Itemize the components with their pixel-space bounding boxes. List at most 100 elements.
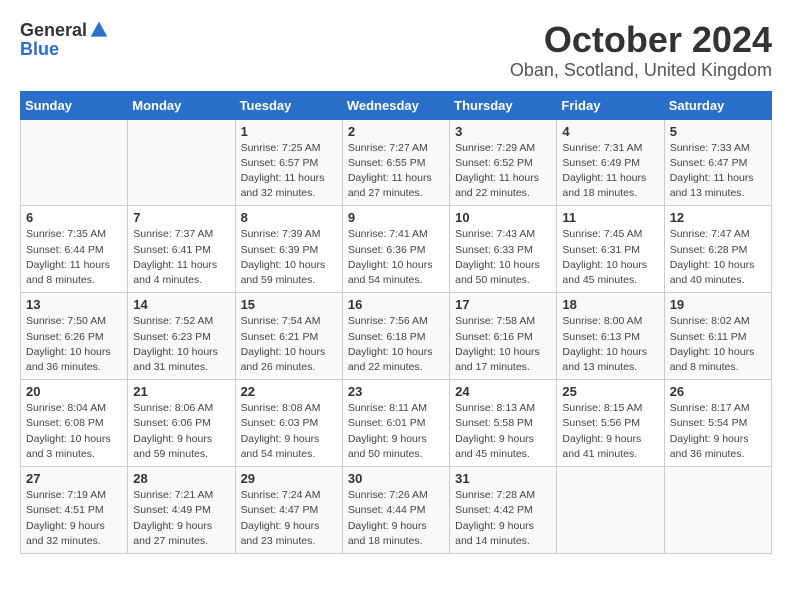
calendar-cell: 17Sunrise: 7:58 AM Sunset: 6:16 PM Dayli… — [450, 293, 557, 380]
day-info: Sunrise: 7:41 AM Sunset: 6:36 PM Dayligh… — [348, 227, 444, 288]
day-info: Sunrise: 7:45 AM Sunset: 6:31 PM Dayligh… — [562, 227, 658, 288]
calendar-cell: 9 Sunrise: 7:41 AM Sunset: 6:36 PM Daylig… — [342, 206, 449, 293]
calendar-cell — [557, 467, 664, 554]
day-info: Sunrise: 7:37 AM Sunset: 6:41 PM Dayligh… — [133, 227, 229, 288]
weekday-header-monday: Monday — [128, 91, 235, 119]
day-info: Sunrise: 8:02 AM Sunset: 6:11 PM Dayligh… — [670, 314, 766, 375]
day-info: Sunrise: 7:35 AM Sunset: 6:44 PM Dayligh… — [26, 227, 122, 288]
calendar-cell: 23Sunrise: 8:11 AM Sunset: 6:01 PM Dayli… — [342, 380, 449, 467]
day-number: 20 — [26, 384, 122, 399]
location-title: Oban, Scotland, United Kingdom — [510, 60, 772, 81]
day-info: Sunrise: 7:39 AM Sunset: 6:39 PM Dayligh… — [241, 227, 337, 288]
calendar-table: SundayMondayTuesdayWednesdayThursdayFrid… — [20, 91, 772, 554]
calendar-cell: 25 Sunrise: 8:15 AM Sunset: 5:56 PM Dayli… — [557, 380, 664, 467]
logo-blue-text: Blue — [20, 39, 59, 59]
day-info: Sunrise: 7:52 AM Sunset: 6:23 PM Dayligh… — [133, 314, 229, 375]
calendar-week-4: 27 Sunrise: 7:19 AM Sunset: 4:51 PM Dayli… — [21, 467, 772, 554]
day-number: 24 — [455, 384, 551, 399]
calendar-week-0: 1 Sunrise: 7:25 AM Sunset: 6:57 PM Daylig… — [21, 119, 772, 206]
day-number: 22 — [241, 384, 337, 399]
calendar-cell: 15Sunrise: 7:54 AM Sunset: 6:21 PM Dayli… — [235, 293, 342, 380]
calendar-cell: 14 Sunrise: 7:52 AM Sunset: 6:23 PM Dayli… — [128, 293, 235, 380]
calendar-cell: 7 Sunrise: 7:37 AM Sunset: 6:41 PM Daylig… — [128, 206, 235, 293]
day-number: 19 — [670, 297, 766, 312]
day-number: 10 — [455, 210, 551, 225]
logo-icon — [89, 20, 109, 40]
weekday-header-sunday: Sunday — [21, 91, 128, 119]
day-info: Sunrise: 7:26 AM Sunset: 4:44 PM Dayligh… — [348, 488, 444, 549]
day-info: Sunrise: 8:08 AM Sunset: 6:03 PM Dayligh… — [241, 401, 337, 462]
weekday-header-tuesday: Tuesday — [235, 91, 342, 119]
weekday-header-wednesday: Wednesday — [342, 91, 449, 119]
day-info: Sunrise: 8:06 AM Sunset: 6:06 PM Dayligh… — [133, 401, 229, 462]
calendar-cell: 16 Sunrise: 7:56 AM Sunset: 6:18 PM Dayli… — [342, 293, 449, 380]
day-info: Sunrise: 7:24 AM Sunset: 4:47 PM Dayligh… — [241, 488, 337, 549]
day-info: Sunrise: 7:19 AM Sunset: 4:51 PM Dayligh… — [26, 488, 122, 549]
weekday-header-thursday: Thursday — [450, 91, 557, 119]
logo: General Blue — [20, 20, 109, 60]
day-number: 7 — [133, 210, 229, 225]
day-number: 26 — [670, 384, 766, 399]
day-info: Sunrise: 7:43 AM Sunset: 6:33 PM Dayligh… — [455, 227, 551, 288]
day-info: Sunrise: 7:33 AM Sunset: 6:47 PM Dayligh… — [670, 141, 766, 202]
calendar-cell: 4Sunrise: 7:31 AM Sunset: 6:49 PM Daylig… — [557, 119, 664, 206]
day-number: 5 — [670, 124, 766, 139]
calendar-cell: 12 Sunrise: 7:47 AM Sunset: 6:28 PM Dayli… — [664, 206, 771, 293]
day-info: Sunrise: 7:21 AM Sunset: 4:49 PM Dayligh… — [133, 488, 229, 549]
day-number: 13 — [26, 297, 122, 312]
day-number: 11 — [562, 210, 658, 225]
day-number: 21 — [133, 384, 229, 399]
calendar-cell: 18 Sunrise: 8:00 AM Sunset: 6:13 PM Dayli… — [557, 293, 664, 380]
weekday-header-saturday: Saturday — [664, 91, 771, 119]
calendar-cell: 29Sunrise: 7:24 AM Sunset: 4:47 PM Dayli… — [235, 467, 342, 554]
weekday-header-friday: Friday — [557, 91, 664, 119]
day-info: Sunrise: 8:04 AM Sunset: 6:08 PM Dayligh… — [26, 401, 122, 462]
day-number: 27 — [26, 471, 122, 486]
day-info: Sunrise: 7:47 AM Sunset: 6:28 PM Dayligh… — [670, 227, 766, 288]
day-number: 12 — [670, 210, 766, 225]
calendar-cell: 27 Sunrise: 7:19 AM Sunset: 4:51 PM Dayli… — [21, 467, 128, 554]
day-info: Sunrise: 7:58 AM Sunset: 6:16 PM Dayligh… — [455, 314, 551, 375]
day-info: Sunrise: 8:17 AM Sunset: 5:54 PM Dayligh… — [670, 401, 766, 462]
day-info: Sunrise: 7:28 AM Sunset: 4:42 PM Dayligh… — [455, 488, 551, 549]
calendar-cell: 31 Sunrise: 7:28 AM Sunset: 4:42 PM Dayli… — [450, 467, 557, 554]
calendar-week-2: 13 Sunrise: 7:50 AM Sunset: 6:26 PM Dayli… — [21, 293, 772, 380]
day-info: Sunrise: 7:56 AM Sunset: 6:18 PM Dayligh… — [348, 314, 444, 375]
day-info: Sunrise: 8:15 AM Sunset: 5:56 PM Dayligh… — [562, 401, 658, 462]
day-number: 14 — [133, 297, 229, 312]
calendar-cell: 24Sunrise: 8:13 AM Sunset: 5:58 PM Dayli… — [450, 380, 557, 467]
calendar-week-1: 6Sunrise: 7:35 AM Sunset: 6:44 PM Daylig… — [21, 206, 772, 293]
calendar-cell: 5 Sunrise: 7:33 AM Sunset: 6:47 PM Daylig… — [664, 119, 771, 206]
day-number: 18 — [562, 297, 658, 312]
day-number: 28 — [133, 471, 229, 486]
day-number: 15 — [241, 297, 337, 312]
calendar-cell: 1 Sunrise: 7:25 AM Sunset: 6:57 PM Daylig… — [235, 119, 342, 206]
day-info: Sunrise: 7:29 AM Sunset: 6:52 PM Dayligh… — [455, 141, 551, 202]
day-info: Sunrise: 8:00 AM Sunset: 6:13 PM Dayligh… — [562, 314, 658, 375]
logo-general-text: General — [20, 21, 87, 39]
weekday-header-row: SundayMondayTuesdayWednesdayThursdayFrid… — [21, 91, 772, 119]
month-title: October 2024 — [510, 20, 772, 60]
calendar-cell: 8 Sunrise: 7:39 AM Sunset: 6:39 PM Daylig… — [235, 206, 342, 293]
calendar-cell: 11 Sunrise: 7:45 AM Sunset: 6:31 PM Dayli… — [557, 206, 664, 293]
day-number: 3 — [455, 124, 551, 139]
day-number: 16 — [348, 297, 444, 312]
calendar-cell: 28 Sunrise: 7:21 AM Sunset: 4:49 PM Dayli… — [128, 467, 235, 554]
calendar-body: 1 Sunrise: 7:25 AM Sunset: 6:57 PM Daylig… — [21, 119, 772, 553]
calendar-cell — [128, 119, 235, 206]
day-number: 25 — [562, 384, 658, 399]
day-info: Sunrise: 7:25 AM Sunset: 6:57 PM Dayligh… — [241, 141, 337, 202]
day-number: 9 — [348, 210, 444, 225]
day-number: 1 — [241, 124, 337, 139]
day-number: 30 — [348, 471, 444, 486]
calendar-cell — [664, 467, 771, 554]
calendar-cell: 3 Sunrise: 7:29 AM Sunset: 6:52 PM Daylig… — [450, 119, 557, 206]
day-number: 31 — [455, 471, 551, 486]
day-number: 23 — [348, 384, 444, 399]
day-info: Sunrise: 7:50 AM Sunset: 6:26 PM Dayligh… — [26, 314, 122, 375]
day-number: 8 — [241, 210, 337, 225]
day-info: Sunrise: 7:31 AM Sunset: 6:49 PM Dayligh… — [562, 141, 658, 202]
day-number: 2 — [348, 124, 444, 139]
title-area: October 2024 Oban, Scotland, United King… — [510, 20, 772, 81]
calendar-cell: 30 Sunrise: 7:26 AM Sunset: 4:44 PM Dayli… — [342, 467, 449, 554]
